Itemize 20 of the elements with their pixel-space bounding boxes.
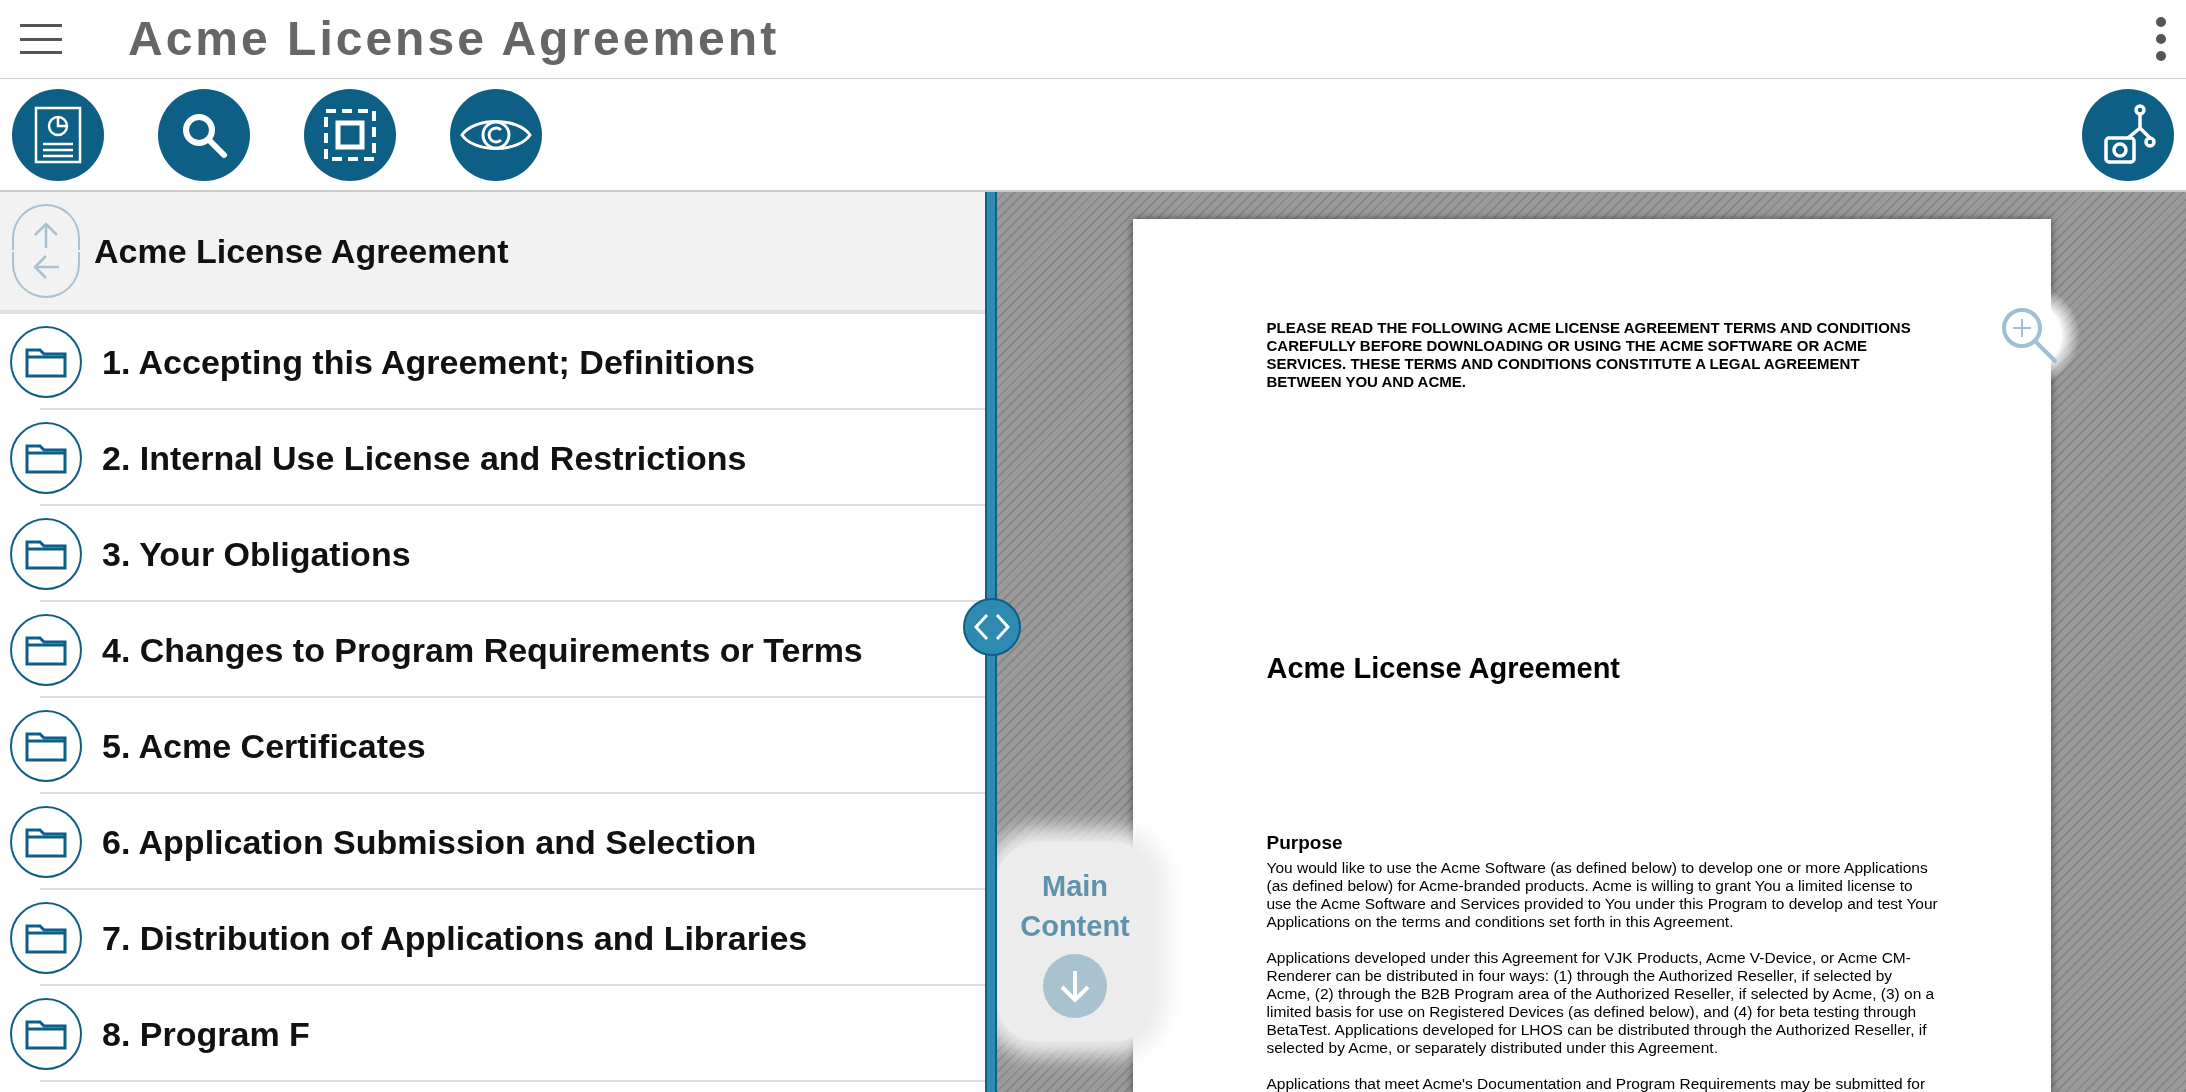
body-paragraph: Applications developed under this Agreement for VJK Products, Acme V-Device, or Acme CM-Renderer can be distributed in four ways: (1) through the Authorized Reseller, if selected by Acme, (2) through the B2B Program area of the Authorized Reseller, if selected by Acme, (3) on a limited basis for use on Registered Devices (as defined below), and (4) for beta testing through BetaTest. Applications developed for LHOS can be distributed through the Authorized Reseller, if selected by Acme, or separately distributed under this Agreement.: [1266, 949, 1936, 1057]
nav-item[interactable]: 3. Your Obligations: [102, 528, 411, 580]
document-title: Acme License Agreement: [1266, 651, 1621, 686]
nav-title: Acme License Agreement: [94, 230, 509, 272]
notice-text: PLEASE READ THE FOLLOWING ACME LICENSE AGREEMENT TERMS AND CONDITIONS CAREFULLY BEFORE DOWNLOADING OR USING THE ACME SOFTWARE OR ACME SERVICES. THESE TERMS AND CONDITIONS CONSTITUTE A LEGAL AGREEMENT BETWEEN YOU AND ACME.: [1266, 319, 1912, 391]
body-paragraph: You would like to use the Acme Software (as defined below) to develop one or more Applications (as defined below) for Acme-branded products. Acme is willing to grant You a limited license to use the Acme Software and Services provided to You under this Program to develop and test Your Applications on the terms and conditions set forth in this Agreement.: [1266, 859, 1939, 931]
resize-handle[interactable]: [963, 598, 1021, 656]
body-paragraph: Applications that meet Acme's Documentation and Program Requirements may be submitted for: [1266, 1075, 1927, 1092]
nav-item[interactable]: 8. Program F: [102, 1008, 310, 1060]
main-content-label: Main Content: [1019, 869, 1131, 944]
nav-item[interactable]: 4. Changes to Program Requirements or Terms: [102, 624, 863, 676]
app-title: Acme License Agreement: [128, 11, 780, 67]
nav-item[interactable]: 7. Distribution of Applications and Libraries: [102, 912, 808, 964]
menu-button[interactable]: [20, 24, 62, 54]
nav-item[interactable]: 5. Acme Certificates: [102, 720, 426, 772]
more-options-button[interactable]: [2154, 17, 2168, 61]
nav-item[interactable]: 6. Application Submission and Selection: [102, 816, 757, 868]
section-heading: Purpose: [1266, 830, 1344, 855]
nav-item[interactable]: 1. Accepting this Agreement; Definitions: [102, 336, 755, 388]
nav-item[interactable]: 2. Internal Use License and Restrictions: [102, 432, 747, 484]
